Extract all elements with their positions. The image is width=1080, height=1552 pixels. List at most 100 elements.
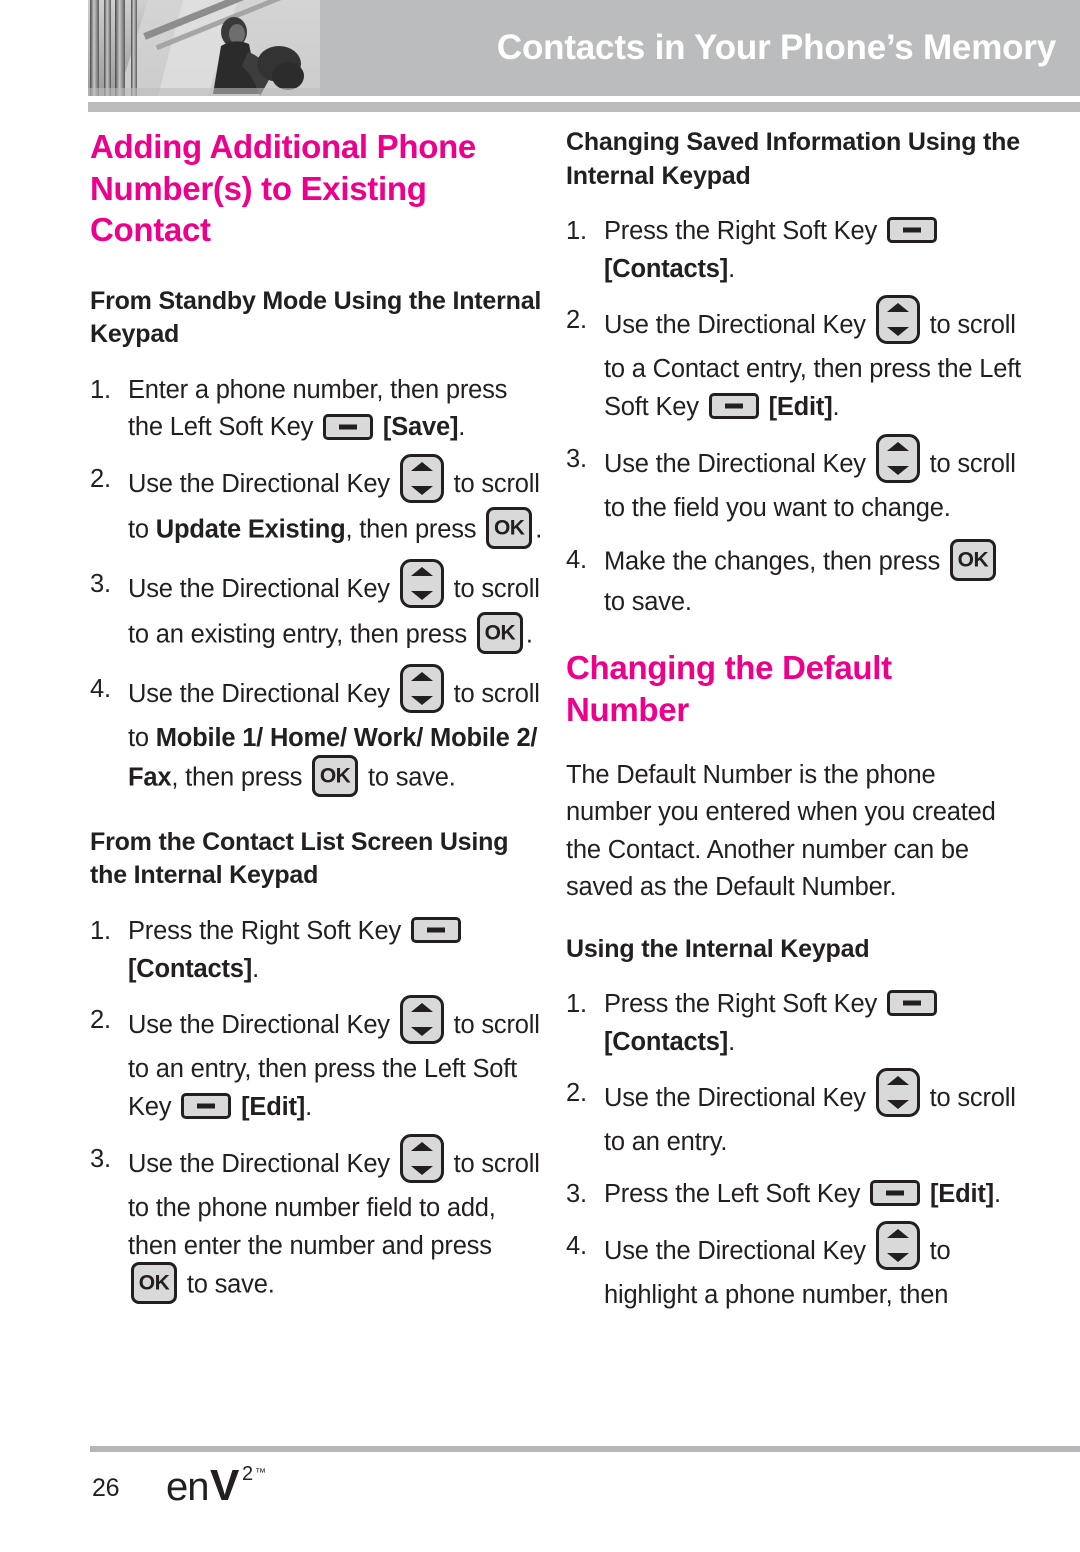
step-number: 4. [566,545,587,574]
soft-key-icon [870,1180,921,1207]
header-photo [88,0,320,96]
soft-key-icon [708,393,759,420]
step-number: 1. [566,217,587,245]
arrow-up-icon [886,1076,909,1086]
step-emphasis: [Contacts] [604,1027,729,1056]
step-item: 3. Use the Directional Key to scroll to t… [566,433,1021,528]
env2-logo: en V 2 ™ [166,1461,306,1510]
page-footer: 26 en V 2 ™ [90,1461,1080,1522]
step-emphasis: [Contacts] [604,254,729,283]
subsection-heading-using-internal-keypad: Using the Internal Keypad [566,934,870,963]
ok-key-icon: OK [486,507,533,550]
directional-key-icon [399,559,444,609]
step-item: 1. Press the Right Soft Key [Contacts]. [566,213,1021,288]
header-divider-rule [88,102,1080,112]
svg-text:2: 2 [242,1463,253,1485]
step-number: 4. [90,675,111,704]
ok-key-icon: OK [131,1262,177,1305]
step-number: 3. [566,1180,587,1209]
ok-key-label: OK [484,621,516,645]
step-number: 1. [566,990,587,1018]
page-title: Contacts in Your Phone’s Memory [496,28,1056,67]
step-emphasis: [Edit] [929,1180,994,1209]
ok-key-label: OK [493,516,525,540]
intro-paragraph-default-number: The Default Number is the phone number y… [566,760,996,902]
svg-text:en: en [166,1465,209,1509]
arrow-down-icon [886,1252,909,1262]
ok-key-label: OK [957,548,989,572]
soft-key-icon [410,917,461,944]
section-title-changing-default-number: Changing the Default Number [566,649,892,728]
ok-key-icon: OK [949,538,996,581]
step-item: 4. Use the Directional Key to highlight a… [566,1220,1021,1315]
step-item: 3. Use the Directional Key to scroll to a… [90,559,545,657]
directional-key-icon [399,1133,444,1183]
step-number: 3. [90,570,111,599]
directional-key-icon [875,433,920,483]
step-emphasis: [Contacts] [128,954,253,983]
section-title-adding-numbers: Adding Additional Phone Number(s) to Exi… [90,128,476,249]
step-number: 3. [566,444,587,473]
arrow-down-icon [410,591,433,601]
footer-divider-rule [90,1446,1080,1452]
subsection-heading-standby-mode: From Standby Mode Using the Internal Key… [90,286,542,349]
arrow-up-icon [886,441,909,451]
directional-key-icon [875,295,920,345]
directional-key-icon [875,1220,920,1270]
subsection-heading-contact-list-screen: From the Contact List Screen Using the I… [90,827,509,890]
ok-key-icon: OK [312,754,359,797]
step-item: 4. Make the changes, then press OK to sav… [566,538,1021,622]
soft-key-icon [886,217,937,244]
arrow-down-icon [886,465,909,475]
arrow-down-icon [410,696,433,706]
directional-key-icon [399,454,444,504]
ok-key-label: OK [138,1271,170,1295]
steps-changing-saved-info: 1. Press the Right Soft Key [Contacts]. 2.… [566,213,1021,621]
svg-text:™: ™ [255,1467,266,1479]
arrow-down-icon [886,327,909,337]
arrow-up-icon [410,567,433,577]
ok-key-icon: OK [476,612,523,655]
ok-key-label: OK [319,764,351,788]
arrow-up-icon [410,1141,433,1151]
arrow-down-icon [410,486,433,496]
step-emphasis: [Edit] [241,1093,306,1122]
arrow-down-icon [410,1165,433,1175]
step-item: 2. Use the Directional Key to scroll to U… [90,454,545,552]
steps-contact-list-screen: 1. Press the Right Soft Key [Contacts]. 2.… [90,913,545,1307]
page-number: 26 [92,1474,120,1502]
steps-standby-mode: 1. Enter a phone number, then press the L… [90,372,545,800]
step-item: 2. Use the Directional Key to scroll to a… [90,995,545,1126]
arrow-up-icon [410,462,433,472]
arrow-up-icon [410,672,433,682]
arrow-down-icon [886,1100,909,1110]
directional-key-icon [875,1068,920,1118]
step-number: 4. [566,1231,587,1260]
page-header: Contacts in Your Phone’s Memory [88,0,1080,96]
step-emphasis: Update Existing [155,515,346,544]
step-number: 2. [566,306,587,335]
step-item: 3. Use the Directional Key to scroll to t… [90,1133,545,1307]
step-item: 2. Use the Directional Key to scroll to a… [566,1068,1021,1162]
steps-using-internal-keypad: 1. Press the Right Soft Key [Contacts]. 2.… [566,986,1021,1315]
step-item: 4. Use the Directional Key to scroll to M… [90,664,545,800]
step-number: 3. [90,1144,111,1173]
step-number: 2. [90,465,111,494]
step-emphasis: [Save] [382,413,459,442]
step-item: 1. Enter a phone number, then press the L… [90,372,545,447]
arrow-down-icon [410,1027,433,1037]
right-column: Changing Saved Information Using the Int… [566,126,1021,1341]
step-number: 1. [90,375,111,404]
soft-key-icon [323,413,374,440]
arrow-up-icon [886,303,909,313]
left-column: Adding Additional Phone Number(s) to Exi… [90,126,545,1333]
arrow-up-icon [886,1228,909,1238]
directional-key-icon [399,995,444,1045]
step-number: 2. [566,1079,587,1108]
step-number: 2. [90,1006,111,1035]
step-item: 1. Press the Right Soft Key [Contacts]. [566,986,1021,1061]
soft-key-icon [181,1093,232,1120]
svg-text:V: V [210,1462,240,1510]
step-item: 1. Press the Right Soft Key [Contacts]. [90,913,545,988]
step-item: 2. Use the Directional Key to scroll to a… [566,295,1021,426]
